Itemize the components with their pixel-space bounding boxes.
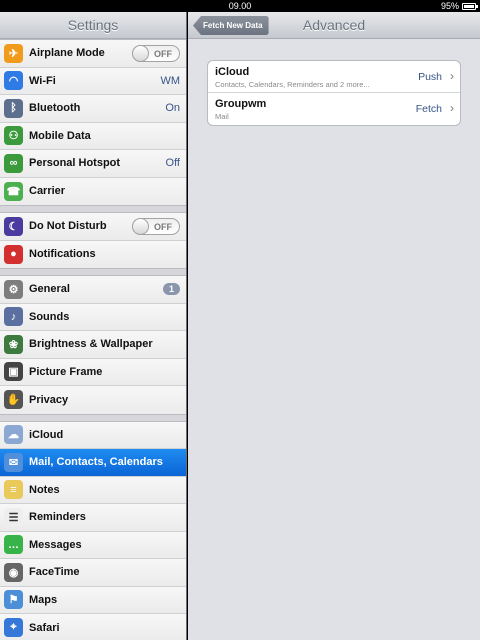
- sidebar-item-facetime[interactable]: ◉ FaceTime: [0, 559, 186, 587]
- hand-icon: ✋: [4, 390, 23, 410]
- battery-percent: 95%: [440, 1, 459, 11]
- sidebar-item-label: Mail, Contacts, Calendars: [29, 456, 163, 469]
- sidebar-item-value: On: [165, 102, 180, 115]
- chevron-right-icon: ›: [450, 69, 454, 83]
- do-not-disturb-toggle[interactable]: OFF: [132, 217, 180, 235]
- settings-group: ✈ Airplane Mode OFF ◠ Wi-Fi WM ᛒ Bluetooth On ⚇ Mo…: [0, 39, 186, 206]
- sidebar-item-mail-contacts-calendars[interactable]: ✉ Mail, Contacts, Calendars: [0, 449, 186, 477]
- account-name: iCloud: [215, 66, 250, 78]
- compass-icon: ⌖: [4, 618, 23, 638]
- sidebar-item-do-not-disturb[interactable]: ☾ Do Not Disturb OFF: [0, 213, 186, 241]
- sidebar-item-label: Reminders: [29, 511, 86, 524]
- picture-frame-icon: ▣: [4, 362, 23, 382]
- account-row-groupwm[interactable]: Groupwm Mail Fetch ›: [208, 93, 460, 125]
- sidebar-item-icloud[interactable]: ☁ iCloud: [0, 421, 186, 449]
- speech-bubble-icon: …: [4, 535, 23, 555]
- phone-icon: ☎: [4, 181, 23, 201]
- video-camera-icon: ◉: [4, 562, 23, 582]
- account-description: Contacts, Calendars, Reminders and 2 mor…: [215, 80, 370, 89]
- sidebar-item-label: Maps: [29, 593, 58, 606]
- sidebar-item-safari[interactable]: ⌖ Safari: [0, 614, 186, 640]
- sidebar-item-label: iCloud: [29, 428, 64, 441]
- sidebar-item-value: Off: [165, 157, 180, 170]
- flower-icon: ❀: [4, 334, 23, 354]
- sidebar-item-label: General: [29, 283, 70, 296]
- settings-group: ☾ Do Not Disturb OFF ● Notifications: [0, 212, 186, 269]
- battery-indicator: 95%: [440, 0, 478, 12]
- sidebar-item-notifications[interactable]: ● Notifications: [0, 240, 186, 268]
- gear-icon: ⚙: [4, 279, 23, 299]
- sidebar-item-label: Safari: [29, 621, 60, 634]
- sidebar-item-label: Wi-Fi: [29, 74, 56, 87]
- cloud-icon: ☁: [4, 425, 23, 445]
- sidebar-item-label: Brightness & Wallpaper: [29, 338, 153, 351]
- airplane-icon: ✈: [4, 43, 23, 63]
- settings-group: ⚙ General 1 ♪ Sounds ❀ Brightness & Wallpaper ▣…: [0, 275, 186, 415]
- sidebar-item-mobile-data[interactable]: ⚇ Mobile Data: [0, 122, 186, 150]
- sidebar-item-carrier[interactable]: ☎ Carrier: [0, 177, 186, 205]
- sidebar-item-label: Sounds: [29, 310, 70, 323]
- sidebar-item-personal-hotspot[interactable]: ∞ Personal Hotspot Off: [0, 150, 186, 178]
- hotspot-icon: ∞: [4, 153, 23, 173]
- accounts-list: iCloud Contacts, Calendars, Reminders and…: [207, 60, 461, 126]
- sidebar-item-label: Mobile Data: [29, 129, 91, 142]
- wifi-icon: ◠: [4, 71, 23, 91]
- status-time: 09.00: [228, 1, 252, 11]
- settings-group: ☁ iCloud ✉ Mail, Contacts, Calendars ≡ Notes ☰…: [0, 420, 186, 640]
- sidebar-item-label: Picture Frame: [29, 365, 103, 378]
- settings-sidebar: Settings ✈ Airplane Mode OFF ◠ Wi-Fi WM ᛒ Bluet…: [0, 12, 187, 640]
- mail-icon: ✉: [4, 452, 23, 472]
- account-name: Groupwm: [215, 98, 267, 110]
- fetch-mode-value: Push: [418, 71, 442, 83]
- status-bar: 09.00 95%: [0, 0, 480, 12]
- sidebar-item-label: Do Not Disturb: [29, 220, 107, 233]
- bluetooth-icon: ᛒ: [4, 98, 23, 118]
- reminders-icon: ☰: [4, 507, 23, 527]
- detail-pane: Advanced Fetch New Data iCloud Contacts, …: [188, 12, 480, 640]
- sidebar-item-wi-fi[interactable]: ◠ Wi-Fi WM: [0, 67, 186, 95]
- antenna-icon: ⚇: [4, 126, 23, 146]
- toggle-knob: [132, 44, 149, 62]
- sidebar-item-value: WM: [160, 74, 180, 87]
- sidebar-item-picture-frame[interactable]: ▣ Picture Frame: [0, 358, 186, 386]
- sidebar-item-label: Personal Hotspot: [29, 157, 121, 170]
- sidebar-item-maps[interactable]: ⚑ Maps: [0, 586, 186, 614]
- sidebar-item-label: Messages: [29, 538, 82, 551]
- speaker-icon: ♪: [4, 307, 23, 327]
- account-description: Mail: [215, 112, 229, 121]
- sidebar-item-label: Notifications: [29, 248, 96, 261]
- account-row-icloud[interactable]: iCloud Contacts, Calendars, Reminders and…: [208, 61, 460, 93]
- sidebar-item-label: FaceTime: [29, 566, 80, 579]
- sidebar-item-bluetooth[interactable]: ᛒ Bluetooth On: [0, 95, 186, 123]
- map-icon: ⚑: [4, 590, 23, 610]
- sidebar-item-reminders[interactable]: ☰ Reminders: [0, 504, 186, 532]
- sidebar-item-label: Privacy: [29, 393, 69, 406]
- detail-header: Advanced Fetch New Data: [188, 12, 480, 39]
- sidebar-item-label: Bluetooth: [29, 102, 81, 115]
- sidebar-title: Settings: [0, 12, 186, 39]
- toggle-state-label: OFF: [154, 221, 172, 232]
- update-count-badge: 1: [162, 283, 180, 296]
- airplane-mode-toggle[interactable]: OFF: [132, 44, 180, 62]
- back-button[interactable]: Fetch New Data: [193, 16, 269, 35]
- sidebar-item-messages[interactable]: … Messages: [0, 531, 186, 559]
- sidebar-item-airplane-mode[interactable]: ✈ Airplane Mode OFF: [0, 40, 186, 68]
- battery-icon: [462, 2, 478, 10]
- sidebar-item-notes[interactable]: ≡ Notes: [0, 476, 186, 504]
- sidebar-item-general[interactable]: ⚙ General 1: [0, 276, 186, 304]
- settings-list: ✈ Airplane Mode OFF ◠ Wi-Fi WM ᛒ Bluetooth On ⚇ Mo…: [0, 39, 186, 640]
- sidebar-item-label: Notes: [29, 483, 60, 496]
- fetch-mode-value: Fetch: [415, 103, 442, 115]
- notes-icon: ≡: [4, 480, 23, 500]
- moon-icon: ☾: [4, 216, 23, 236]
- sidebar-item-privacy[interactable]: ✋ Privacy: [0, 386, 186, 414]
- toggle-state-label: OFF: [154, 48, 172, 59]
- sidebar-item-sounds[interactable]: ♪ Sounds: [0, 303, 186, 331]
- sidebar-item-brightness-wallpaper[interactable]: ❀ Brightness & Wallpaper: [0, 331, 186, 359]
- sidebar-item-label: Carrier: [29, 185, 66, 198]
- sidebar-item-label: Airplane Mode: [29, 47, 105, 60]
- chevron-right-icon: ›: [450, 101, 454, 115]
- toggle-knob: [132, 217, 149, 235]
- notifications-icon: ●: [4, 244, 23, 264]
